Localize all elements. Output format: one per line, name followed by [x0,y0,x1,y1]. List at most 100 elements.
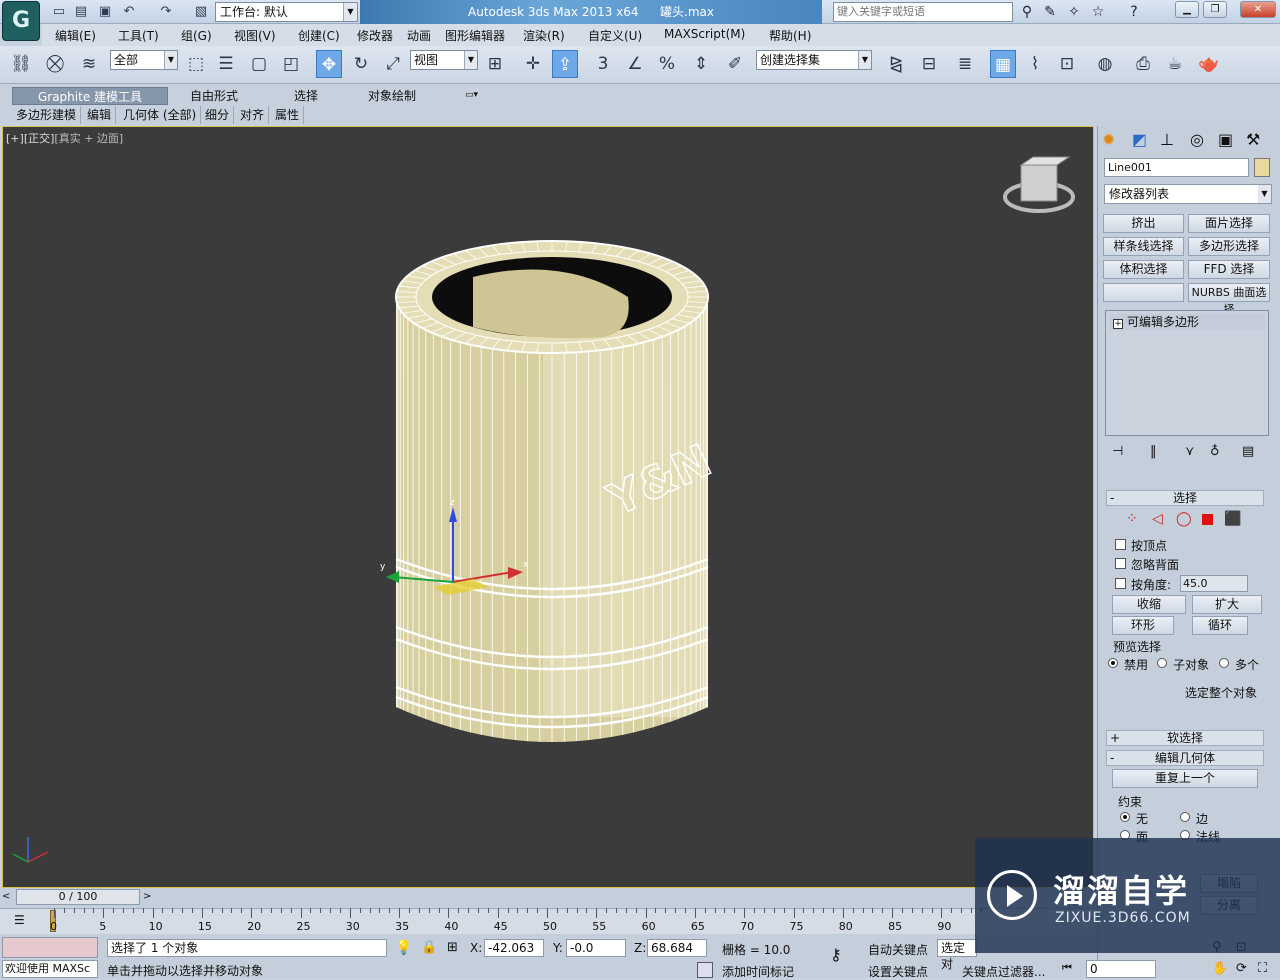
perspective-viewport[interactable]: Y&N z x y [2,126,1094,888]
mod-btn-extrude[interactable]: 挤出 [1103,214,1184,233]
preview-subobj-radio[interactable] [1157,658,1167,668]
minimize-button[interactable]: ▁ [1175,1,1199,18]
rotate-icon[interactable]: ↻ [348,50,374,78]
current-frame-field[interactable]: 0 [1086,960,1156,978]
mod-btn-patch-select[interactable]: 面片选择 [1188,214,1270,233]
search-input[interactable]: 键入关键字或短语 [833,2,1013,22]
loop-button[interactable]: 循环 [1192,616,1248,635]
workspace-dropdown[interactable]: 工作台: 默认 ▼ [215,2,358,22]
render-production-icon[interactable]: 🫖 [1196,50,1222,78]
display-tab-icon[interactable]: ▣ [1218,130,1233,149]
redo-icon[interactable]: ↷ [157,3,175,21]
selection-filter-dropdown[interactable]: 全部 ▼ [110,50,178,70]
remove-modifier-icon[interactable]: ♁ [1210,444,1220,459]
modify-tab-icon[interactable]: ◩ [1132,130,1147,149]
shrink-button[interactable]: 收缩 [1112,595,1186,614]
show-end-result-icon[interactable]: ‖ [1150,444,1157,459]
percent-snap-icon[interactable]: % [654,50,680,78]
curve-editor-icon[interactable]: ⌇ [1022,50,1048,78]
tab-object-paint[interactable]: 对象绘制 [358,87,426,105]
grow-button[interactable]: 扩大 [1192,595,1262,614]
add-time-tag-icon[interactable] [697,962,713,978]
layer-manager-icon[interactable]: ≣ [952,50,978,78]
menu-create[interactable]: 创建(C) [298,27,340,44]
viewport-label[interactable]: [+][正交][真实 + 边面] [6,130,123,146]
named-selection-dropdown[interactable]: 创建选择集 ▼ [756,50,872,70]
pan-icon[interactable]: ✋ [1212,961,1228,976]
utilities-tab-icon[interactable]: ⚒ [1246,130,1260,149]
preview-multi-radio[interactable] [1219,658,1229,668]
binoculars-icon[interactable]: ⚲ [1017,3,1037,21]
align-icon[interactable]: ⊟ [916,50,942,78]
menu-graph-editors[interactable]: 图形编辑器 [445,27,505,44]
configure-sets-icon[interactable]: ▤ [1242,444,1254,459]
constraint-edge-radio[interactable] [1180,812,1190,822]
project-folder-icon[interactable]: ▧ [192,3,210,21]
object-color-swatch[interactable] [1254,158,1270,177]
unlink-icon[interactable]: ⛒ [42,50,68,78]
rollout-edit-geometry-header[interactable]: - 编辑几何体 [1106,750,1264,766]
link-icon[interactable]: ⛓ [8,50,34,78]
go-to-start-icon[interactable]: ⏮ [1062,961,1072,975]
edit-named-sel-icon[interactable]: ✐ [722,50,748,78]
menu-group[interactable]: 组(G) [181,27,212,44]
help-icon[interactable]: ? [1124,3,1144,21]
add-time-tag-label[interactable]: 添加时间标记 [722,963,794,980]
undo-icon[interactable]: ↶ [120,3,138,21]
absolute-mode-icon[interactable]: ⊞ [447,940,458,955]
stack-item-editable-poly[interactable]: + 可编辑多边形 [1109,314,1265,330]
hierarchy-tab-icon[interactable]: ⊥ [1160,130,1174,149]
time-prev-arrow[interactable]: < [2,889,14,905]
menu-views[interactable]: 视图(V) [234,27,276,44]
mod-btn-spline-select[interactable]: 样条线选择 [1103,237,1184,256]
selection-lock-icon[interactable]: 🔒 [421,940,437,955]
keyboard-shortcut-icon[interactable]: ⇪ [552,50,578,78]
subtab-properties[interactable]: 属性 [271,106,305,124]
x-coord-field[interactable]: -42.063 [484,939,544,957]
ref-coord-dropdown[interactable]: 视图 ▼ [410,50,478,70]
select-object-icon[interactable]: ⬚ [183,50,209,78]
motion-tab-icon[interactable]: ◎ [1190,130,1204,149]
set-key-icon[interactable]: ⚷ [830,945,842,964]
constraint-none-radio[interactable] [1120,812,1130,822]
bind-space-warp-icon[interactable]: ≋ [76,50,102,78]
create-tab-icon[interactable]: ✹ [1102,130,1115,149]
scale-icon[interactable]: ⤢ [380,50,406,78]
maximize-viewport-icon[interactable]: ⛶ [1258,961,1267,976]
render-setup-icon[interactable]: ⎙ [1130,50,1156,78]
set-key-button[interactable]: 设置关键点 [868,963,928,980]
mod-btn-poly-select[interactable]: 多边形选择 [1188,237,1270,256]
viewcube[interactable] [1003,156,1075,213]
graphite-toggle-icon[interactable]: ▦ [990,50,1016,78]
window-crossing-icon[interactable]: ◰ [278,50,304,78]
restore-button[interactable]: ❐ [1203,1,1227,18]
ribbon-options-icon[interactable]: ▭▾ [465,90,478,100]
mod-btn-vol-select[interactable]: 体积选择 [1103,260,1184,279]
orbit-icon[interactable]: ⟳ [1236,961,1247,976]
polygon-icon[interactable] [1202,514,1213,525]
new-file-icon[interactable]: ▭ [50,3,68,21]
stack-expand-icon[interactable]: + [1113,319,1123,329]
rollout-selection-header[interactable]: - 选择 [1106,490,1264,506]
close-button[interactable]: ✕ [1240,1,1276,18]
favorites-star-icon[interactable]: ☆ [1088,3,1108,21]
repeat-last-button[interactable]: 重复上一个 [1112,769,1258,788]
tools-icon[interactable]: ✎ [1040,3,1060,21]
auto-key-button[interactable]: 自动关键点 [868,941,928,958]
element-icon[interactable]: ⬛ [1224,511,1241,527]
time-next-arrow[interactable]: > [143,889,155,905]
pivot-center-icon[interactable]: ⊞ [482,50,508,78]
border-icon[interactable]: ◯ [1176,511,1192,527]
maxscript-mini-listener-top[interactable] [2,937,98,958]
tab-selection[interactable]: 选择 [284,87,328,105]
rendered-frame-icon[interactable]: ☕ [1162,50,1188,78]
mod-btn-empty[interactable] [1103,283,1184,302]
menu-maxscript[interactable]: MAXScript(M) [664,27,745,41]
spinner-snap-icon[interactable]: ⇕ [688,50,714,78]
rect-selection-icon[interactable]: ▢ [246,50,272,78]
key-mode-dropdown[interactable]: 选定对 [937,939,977,971]
rollout-soft-selection-header[interactable]: + 软选择 [1106,730,1264,746]
angle-spinner[interactable]: 45.0 [1180,575,1248,592]
ignore-backface-checkbox[interactable] [1115,558,1126,569]
subtab-geometry-all[interactable]: 几何体 (全部) [119,106,202,124]
